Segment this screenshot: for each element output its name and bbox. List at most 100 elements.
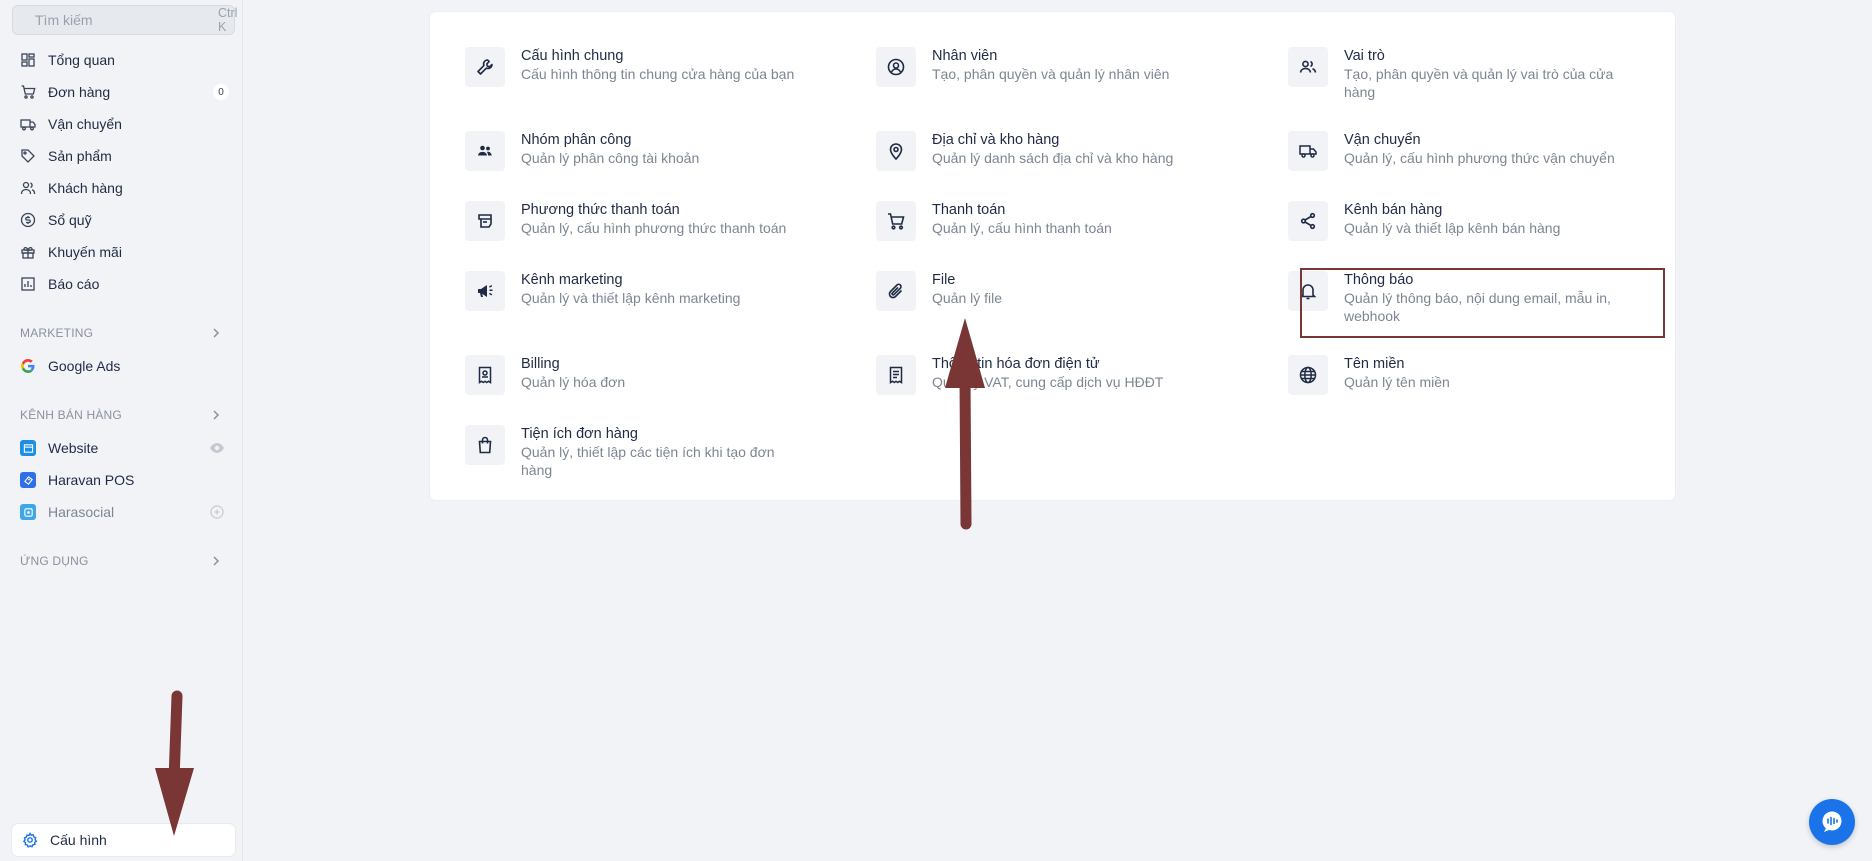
- tile-title: Phương thức thanh toán: [521, 202, 680, 218]
- tile-shipping[interactable]: Vận chuyển Quản lý, cấu hình phương thức…: [1288, 131, 1648, 171]
- tile-icon-box: [876, 131, 916, 171]
- receipt-icon: [478, 366, 492, 384]
- tile-icon-box: [1288, 355, 1328, 395]
- main-nav: Tổng quan Đơn hàng 0 Vận chuyển Sản phẩm…: [12, 44, 235, 300]
- chat-support-button[interactable]: [1809, 799, 1855, 845]
- tile-title: Vận chuyển: [1344, 132, 1421, 148]
- tile-payment-methods[interactable]: Phương thức thanh toán Quản lý, cấu hình…: [465, 201, 825, 241]
- tile-description: Quản lý phân công tài khoản: [521, 150, 700, 166]
- tile-icon-box: [876, 355, 916, 395]
- gift-icon: [21, 246, 35, 259]
- tile-description: Tạo, phân quyền và quản lý nhân viên: [932, 66, 1170, 82]
- nav-item-label: Sổ quỹ: [48, 212, 92, 228]
- nav-item-website[interactable]: Website: [12, 432, 235, 464]
- tile-icon-box: [876, 47, 916, 87]
- location-pin-icon: [889, 143, 903, 161]
- add-circle-icon[interactable]: [209, 505, 225, 519]
- tile-description: Quản lý, cấu hình phương thức thanh toán: [521, 220, 787, 236]
- tile-marketing-channels[interactable]: Kênh marketing Quản lý và thiết lập kênh…: [465, 271, 825, 311]
- sidebar: Ctrl K Tổng quan Đơn hàng 0 Vận chuyển S…: [0, 0, 243, 861]
- harasocial-icon: [20, 504, 36, 520]
- tile-description: Quản lý, thiết lập các tiện ích khi tạo …: [521, 444, 775, 478]
- nav-item-harasocial[interactable]: Harasocial: [12, 496, 235, 528]
- tile-billing[interactable]: Billing Quản lý hóa đơn: [465, 355, 825, 395]
- wrench-icon: [477, 59, 493, 75]
- chat-bubble-icon: [1822, 811, 1842, 832]
- nav-item-settings[interactable]: Cấu hình: [12, 824, 235, 856]
- tile-icon-box: [1288, 201, 1328, 241]
- tile-description: Quản lý, cấu hình thanh toán: [932, 220, 1112, 236]
- tile-title: Địa chỉ và kho hàng: [932, 132, 1060, 148]
- tile-description: Quản lý tên miền: [1344, 374, 1450, 390]
- tile-title: Billing: [521, 356, 560, 372]
- nav-item-shipping[interactable]: Vận chuyển: [12, 108, 235, 140]
- website-icon: [20, 440, 36, 456]
- nav-item-haravan-pos[interactable]: Haravan POS: [12, 464, 235, 496]
- nav-item-label: Báo cáo: [48, 276, 100, 292]
- nav-item-label: Cấu hình: [50, 832, 107, 848]
- tile-title: Vai trò: [1344, 48, 1385, 64]
- tile-order-utilities[interactable]: Tiện ích đơn hàng Quản lý, thiết lập các…: [465, 425, 825, 479]
- tile-e-invoice[interactable]: Thông tin hóa đơn điện tử Quản lý VAT, c…: [876, 355, 1236, 395]
- tile-file[interactable]: File Quản lý file: [876, 271, 1236, 311]
- search-box[interactable]: Ctrl K: [12, 5, 237, 35]
- tile-checkout[interactable]: Thanh toán Quản lý, cấu hình thanh toán: [876, 201, 1236, 241]
- tile-description: Quản lý VAT, cung cấp dịch vụ HĐĐT: [932, 374, 1164, 390]
- tile-icon-box: [1288, 131, 1328, 171]
- user-circle-icon: [887, 58, 905, 76]
- nav-item-promotions[interactable]: Khuyến mãi: [12, 236, 235, 268]
- nav-item-customers[interactable]: Khách hàng: [12, 172, 235, 204]
- tile-icon-box: [465, 47, 505, 87]
- tile-domains[interactable]: Tên miền Quản lý tên miền: [1288, 355, 1648, 395]
- section-sales-channels[interactable]: KÊNH BÁN HÀNG: [20, 405, 223, 425]
- dollar-icon: [20, 212, 36, 228]
- eye-icon[interactable]: [209, 441, 225, 455]
- nav-item-label: Google Ads: [48, 358, 121, 374]
- tile-icon-box: [465, 355, 505, 395]
- bell-icon: [1299, 284, 1317, 300]
- search-input[interactable]: [33, 11, 218, 29]
- nav-item-label: Haravan POS: [48, 472, 135, 488]
- section-label: MARKETING: [20, 326, 94, 340]
- cart-icon: [21, 85, 36, 99]
- tile-description: Quản lý và thiết lập kênh marketing: [521, 290, 741, 306]
- tile-description: Tạo, phân quyền và quản lý vai trò của c…: [1344, 66, 1614, 100]
- section-label: ỨNG DỤNG: [20, 554, 89, 568]
- nav-item-overview[interactable]: Tổng quan: [12, 44, 235, 76]
- tile-title: Cấu hình chung: [521, 48, 624, 64]
- tile-addresses-warehouses[interactable]: Địa chỉ và kho hàng Quản lý danh sách đị…: [876, 131, 1236, 171]
- section-label: KÊNH BÁN HÀNG: [20, 408, 122, 422]
- tile-sales-channels[interactable]: Kênh bán hàng Quản lý và thiết lập kênh …: [1288, 201, 1648, 241]
- nav-item-label: Khách hàng: [48, 180, 123, 196]
- share-icon: [1300, 212, 1316, 230]
- nav-item-label: Tổng quan: [48, 52, 115, 68]
- nav-item-google-ads[interactable]: Google Ads: [12, 350, 235, 382]
- pos-icon: [20, 472, 36, 488]
- truck-icon: [1299, 145, 1317, 158]
- cart-icon: [888, 213, 905, 230]
- tile-title: Kênh marketing: [521, 272, 623, 288]
- tile-title: Tên miền: [1344, 356, 1405, 372]
- tile-description: Cấu hình thông tin chung cửa hàng của bạ…: [521, 66, 795, 82]
- nav-item-products[interactable]: Sản phẩm: [12, 140, 235, 172]
- globe-icon: [1299, 366, 1317, 384]
- group-icon: [478, 145, 492, 156]
- truck-icon: [20, 119, 36, 131]
- tile-description: Quản lý hóa đơn: [521, 374, 626, 390]
- nav-item-orders[interactable]: Đơn hàng 0: [12, 76, 235, 108]
- invoice-icon: [889, 366, 903, 384]
- nav-item-label: Harasocial: [48, 504, 115, 520]
- nav-item-label: Khuyến mãi: [48, 244, 122, 260]
- section-apps[interactable]: ỨNG DỤNG: [20, 551, 223, 571]
- tile-staff[interactable]: Nhân viên Tạo, phân quyền và quản lý nhâ…: [876, 47, 1236, 87]
- tile-roles[interactable]: Vai trò Tạo, phân quyền và quản lý vai t…: [1288, 47, 1648, 101]
- tile-title: Nhân viên: [932, 48, 998, 64]
- megaphone-icon: [478, 285, 493, 297]
- nav-item-reports[interactable]: Báo cáo: [12, 268, 235, 300]
- tile-notifications[interactable]: Thông báo Quản lý thông báo, nội dung em…: [1288, 271, 1648, 325]
- section-marketing[interactable]: MARKETING: [20, 323, 223, 343]
- tile-assignment-groups[interactable]: Nhóm phân công Quản lý phân công tài kho…: [465, 131, 825, 171]
- tile-general-settings[interactable]: Cấu hình chung Cấu hình thông tin chung …: [465, 47, 825, 87]
- nav-item-cashbook[interactable]: Sổ quỹ: [12, 204, 235, 236]
- tile-title: Thanh toán: [932, 202, 1006, 218]
